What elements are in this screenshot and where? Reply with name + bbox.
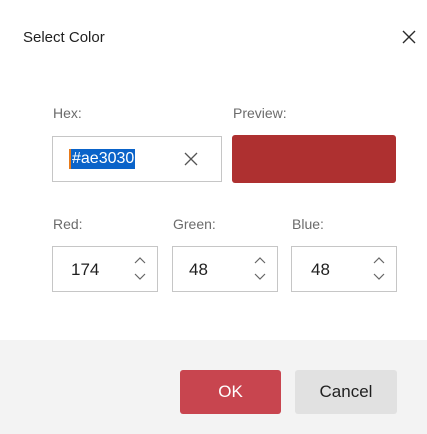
blue-value[interactable]: 48 xyxy=(311,260,330,280)
red-stepper[interactable]: 174 xyxy=(52,246,158,292)
close-icon xyxy=(396,24,422,50)
chevron-down-icon[interactable] xyxy=(253,272,267,282)
green-value[interactable]: 48 xyxy=(189,260,208,280)
chevron-down-icon[interactable] xyxy=(372,272,386,282)
close-button[interactable] xyxy=(396,24,422,50)
chevron-down-icon[interactable] xyxy=(133,272,147,282)
chevron-up-icon[interactable] xyxy=(253,255,267,265)
green-label: Green: xyxy=(173,216,216,232)
select-color-dialog: Select Color Hex: Preview: #ae3030 Red: … xyxy=(0,0,427,434)
clear-icon[interactable] xyxy=(183,151,199,167)
cancel-button[interactable]: Cancel xyxy=(295,370,397,414)
hex-value[interactable]: #ae3030 xyxy=(69,149,136,169)
red-value[interactable]: 174 xyxy=(71,260,99,280)
blue-label: Blue: xyxy=(292,216,324,232)
hex-label: Hex: xyxy=(53,105,82,121)
dialog-title: Select Color xyxy=(23,29,105,46)
ok-button[interactable]: OK xyxy=(180,370,281,414)
hex-input[interactable]: #ae3030 xyxy=(52,136,222,182)
blue-stepper[interactable]: 48 xyxy=(291,246,397,292)
green-stepper[interactable]: 48 xyxy=(172,246,278,292)
chevron-up-icon[interactable] xyxy=(372,255,386,265)
color-preview xyxy=(232,135,396,183)
preview-label: Preview: xyxy=(233,105,287,121)
red-label: Red: xyxy=(53,216,83,232)
chevron-up-icon[interactable] xyxy=(133,255,147,265)
